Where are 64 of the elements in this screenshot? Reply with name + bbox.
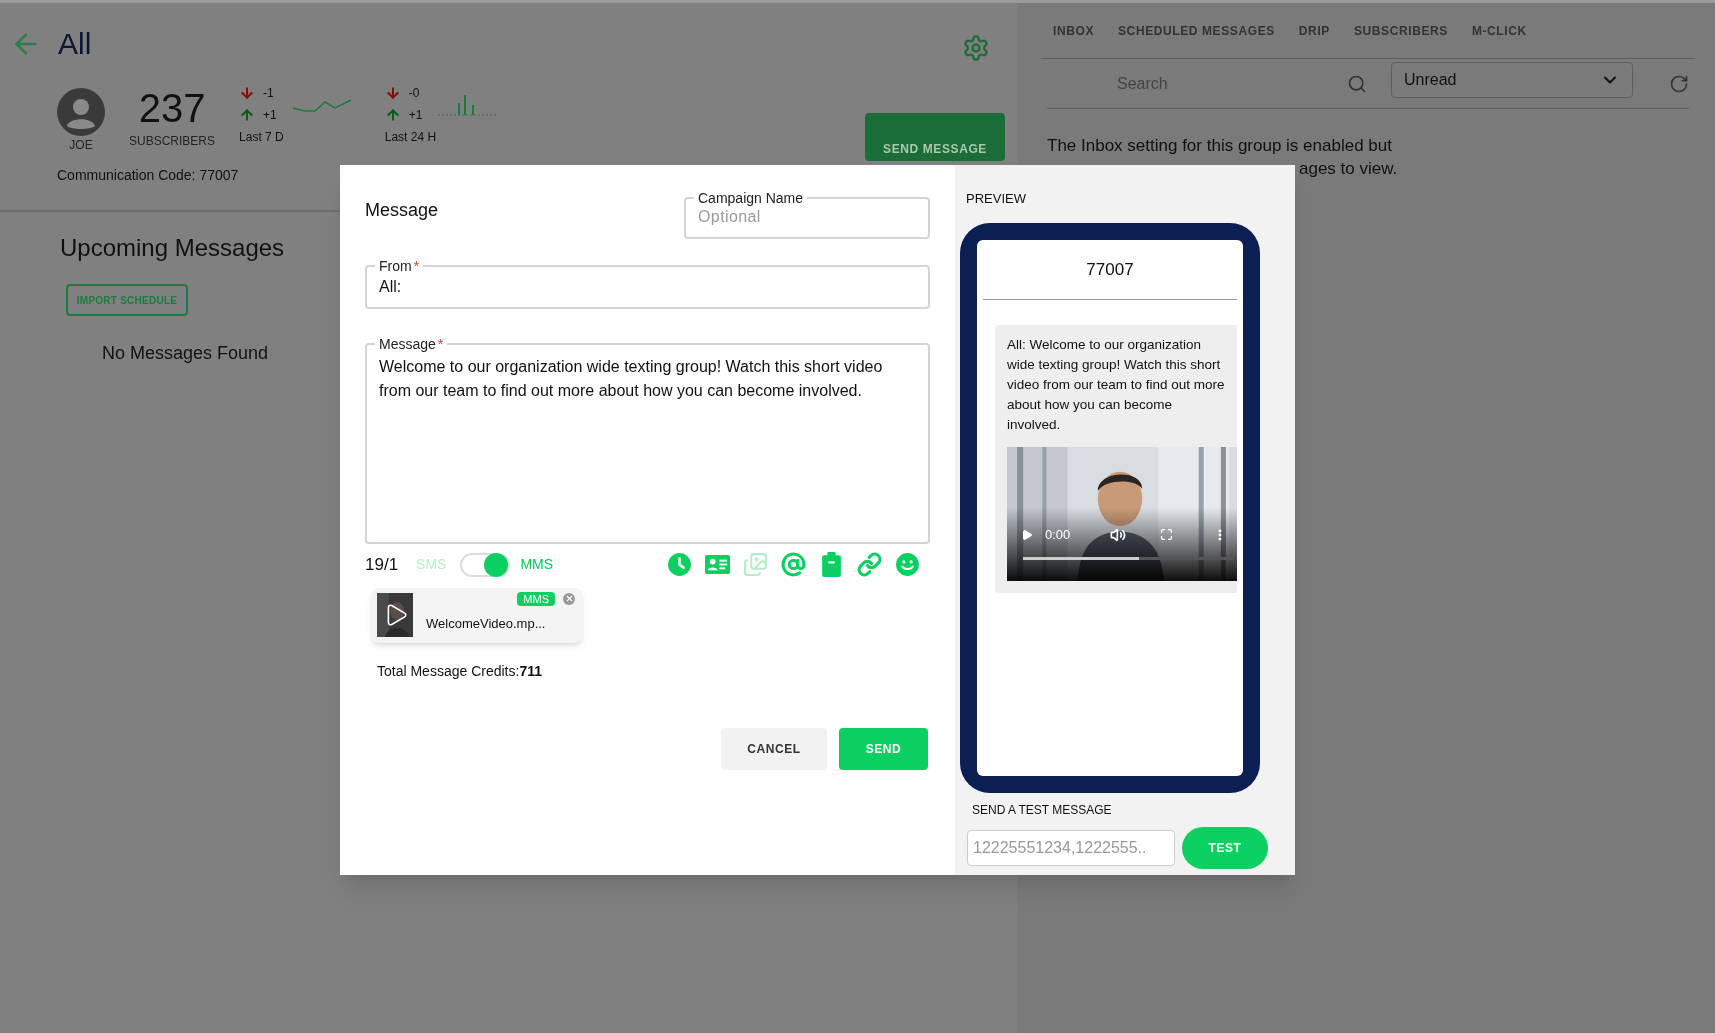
tab[interactable]: DRIP	[1298, 3, 1330, 58]
cancel-button[interactable]: CANCEL	[721, 727, 827, 770]
clipboard-icon[interactable]	[819, 552, 844, 578]
field-label: Message	[379, 336, 436, 352]
avatar-icon	[57, 88, 105, 136]
increase-count: +1	[408, 107, 423, 124]
field-label: Campaign Name	[698, 190, 804, 206]
send-message-button[interactable]: SEND MESSAGE	[865, 113, 1005, 161]
campaign-name-input[interactable]: Optional	[698, 205, 916, 229]
profile-name: JOE	[69, 137, 93, 154]
settings-icon[interactable]	[962, 33, 990, 62]
decrease-count: -0	[408, 85, 420, 102]
trend-period: Last 7 D	[239, 129, 285, 146]
campaign-name-field[interactable]: Campaign Name Optional	[684, 191, 930, 239]
volume-icon[interactable]	[1110, 526, 1127, 543]
communication-code: Communication Code: 77007	[57, 166, 239, 185]
fullscreen-icon[interactable]	[1160, 528, 1174, 542]
tab[interactable]: INBOX	[1053, 3, 1094, 58]
clock-icon[interactable]	[667, 552, 692, 578]
sms-mms-toggle[interactable]	[460, 552, 511, 577]
search-icon[interactable]	[1347, 73, 1367, 94]
tab[interactable]: SCHEDULED MESSAGES	[1118, 3, 1275, 58]
filter-dropdown[interactable]: Unread	[1391, 61, 1633, 98]
refresh-icon[interactable]	[1669, 73, 1689, 94]
tab[interactable]: SUBSCRIBERS	[1353, 3, 1448, 58]
dialog-title: Message	[365, 199, 439, 222]
play-icon[interactable]	[1021, 528, 1033, 541]
field-label: From	[379, 258, 412, 274]
test-message-label: SEND A TEST MESSAGE	[972, 801, 1113, 819]
inbox-notice: The Inbox setting for this group is enabled but	[1047, 135, 1392, 157]
subscriber-count: 237	[138, 85, 206, 132]
increase-count: +1	[263, 107, 277, 124]
mms-label: MMS	[520, 555, 554, 575]
empty-message: No Messages Found	[102, 342, 269, 365]
video-time: 0:00	[1045, 526, 1071, 544]
required-mark: *	[437, 336, 444, 352]
smiley-icon[interactable]	[895, 552, 920, 578]
video-progress-track[interactable]	[1023, 557, 1233, 560]
credits-text: Total Message Credits:711	[377, 661, 543, 681]
remove-attachment-button[interactable]	[563, 592, 575, 605]
at-sign-icon[interactable]	[781, 552, 806, 578]
page-title: All	[58, 26, 92, 62]
section-title: Upcoming Messages	[60, 233, 285, 263]
attachment-filename: WelcomeVideo.mp...	[426, 615, 546, 634]
inbox-notice-tail: ages to view.	[1299, 158, 1398, 180]
required-mark: *	[413, 258, 420, 274]
send-button[interactable]: SEND	[839, 727, 928, 770]
test-number-field[interactable]: 12225551234,1222555..	[967, 829, 1175, 866]
decrease-count: -1	[263, 85, 274, 102]
message-input[interactable]: Welcome to our organization wide texting group! Watch this short video from our team to find out more about how you can become involved.	[379, 351, 916, 527]
sms-label: SMS	[416, 555, 447, 575]
message-field[interactable]: Message* Welcome to our organization wide texting group! Watch this short video from our team to find out more about how you can become involved.	[365, 337, 930, 544]
trend-period: Last 24 H	[384, 129, 438, 146]
from-field[interactable]: From* All:	[365, 259, 930, 309]
bubble-text: All: Welcome to our organization wide texting group! Watch this short video from our team to find out more about how you can become involved.	[1007, 336, 1226, 434]
phone-number: 77007	[983, 239, 1237, 300]
mms-badge: MMS	[517, 591, 555, 606]
test-button[interactable]: TEST	[1182, 826, 1268, 869]
tab[interactable]: M-CLICK	[1471, 3, 1527, 58]
character-counter: 19/1	[365, 554, 399, 576]
link-icon[interactable]	[857, 552, 882, 578]
preview-title: PREVIEW	[966, 190, 1027, 208]
from-input[interactable]: All:	[379, 273, 916, 299]
subscriber-label: SUBSCRIBERS	[129, 133, 216, 150]
